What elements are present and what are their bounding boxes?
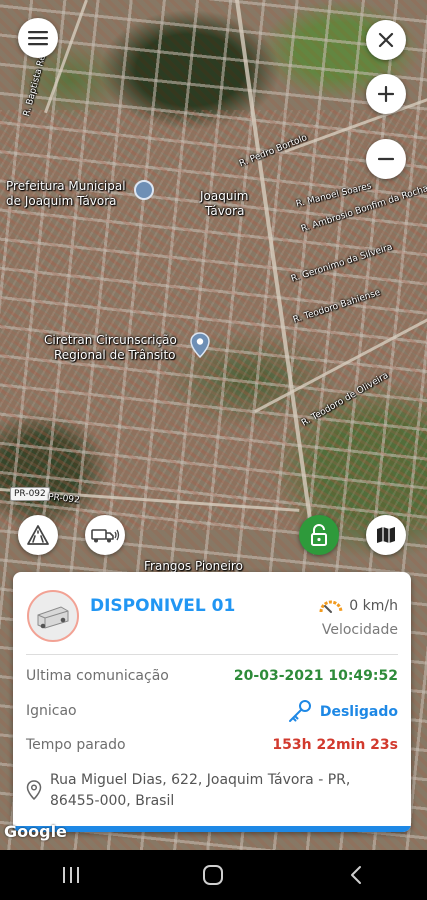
tracking-button[interactable] <box>85 515 125 555</box>
place-label-ciretran: Ciretran Circunscrição <box>44 333 177 347</box>
speed-value: 0 km/h <box>349 598 398 614</box>
google-logo: Google <box>4 822 67 841</box>
place-label-prefeitura-2: de Joaquim Távora <box>6 194 117 208</box>
ignition-status: Desligado <box>286 699 398 725</box>
recent-apps-button[interactable] <box>41 855 101 895</box>
speed-readout: 0 km/h <box>319 598 398 614</box>
plus-icon <box>378 86 394 102</box>
divider <box>26 654 398 655</box>
map-icon <box>377 527 395 543</box>
system-navigation-bar <box>0 850 427 900</box>
close-icon <box>378 32 394 48</box>
truck-icon <box>37 606 69 629</box>
close-button[interactable] <box>366 20 406 60</box>
ignition-label: Ignicao <box>26 703 77 719</box>
back-chevron-icon <box>350 866 361 884</box>
speedometer-icon <box>319 600 343 613</box>
vehicle-name: DISPONIVEL 01 <box>90 596 236 616</box>
last-communication-value: 20-03-2021 10:49:52 <box>233 668 398 684</box>
recent-apps-icon <box>63 867 80 883</box>
place-label-prefeitura: Prefeitura Municipal <box>6 179 126 193</box>
stopped-time-label: Tempo parado <box>26 737 126 753</box>
place-label-ciretran-2: Regional de Trânsito <box>54 348 176 362</box>
location-pin-icon <box>26 780 42 800</box>
vehicle-info-card[interactable]: DISPONIVEL 01 0 km/h Velocidade Ultima c… <box>13 572 411 832</box>
ignition-value: Desligado <box>319 704 398 720</box>
zoom-out-button[interactable] <box>366 139 406 179</box>
location-pin-icon[interactable] <box>190 332 210 358</box>
unlocked-padlock-icon <box>311 524 327 546</box>
screen: R. Pedro Bortolo R. Manoel Soares R. Amb… <box>0 0 427 900</box>
hamburger-menu-icon <box>28 31 48 46</box>
traffic-cone-icon <box>27 525 49 545</box>
menu-button[interactable] <box>18 18 58 58</box>
map-urban-area <box>0 110 427 530</box>
city-label: Joaquim <box>200 189 249 203</box>
home-icon <box>203 865 224 885</box>
zoom-in-button[interactable] <box>366 74 406 114</box>
stopped-time-value: 153h 22min 23s <box>272 737 398 753</box>
vehicle-address: Rua Miguel Dias, 622, Joaquim Távora - P… <box>50 772 351 809</box>
traffic-button[interactable] <box>18 515 58 555</box>
last-communication-label: Ultima comunicação <box>26 668 169 684</box>
lock-button[interactable] <box>299 515 339 555</box>
vehicle-avatar <box>27 590 79 642</box>
map-type-button[interactable] <box>366 515 406 555</box>
truck-signal-icon <box>91 529 120 543</box>
ignition-key-icon <box>288 700 311 722</box>
speed-caption: Velocidade <box>321 622 398 638</box>
back-button[interactable] <box>326 855 386 895</box>
government-building-icon[interactable] <box>134 180 154 200</box>
city-label-2: Távora <box>205 204 245 218</box>
minus-icon <box>378 157 394 161</box>
card-accent-bar <box>13 826 411 832</box>
road-shield: PR-092 <box>10 487 50 501</box>
home-button[interactable] <box>183 855 243 895</box>
